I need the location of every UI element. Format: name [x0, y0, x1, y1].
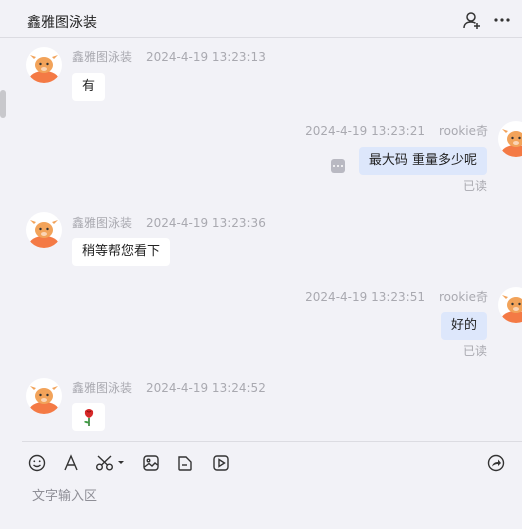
message-bubble[interactable]: 稍等帮您看下 [72, 238, 171, 266]
message-input[interactable] [30, 488, 474, 505]
sender-name: rookie奇 [438, 290, 488, 304]
screenshot-icon[interactable] [94, 452, 126, 474]
message-time: 2024-4-19 13:24:52 [146, 381, 266, 395]
avatar[interactable] [26, 212, 62, 248]
avatar[interactable] [498, 121, 522, 157]
message-time: 2024-4-19 13:23:13 [146, 50, 266, 64]
message-bubble[interactable]: 最大码 重量多少呢 [358, 147, 487, 175]
avatar[interactable] [498, 287, 522, 323]
more-icon[interactable] [492, 10, 512, 30]
message-time: 2024-4-19 13:23:51 [305, 290, 425, 304]
emoji-icon[interactable] [26, 452, 48, 474]
chat-title: 鑫雅图泳装 [27, 15, 97, 31]
message-meta: 鑫雅图泳装 2024-4-19 13:23:36 [72, 214, 266, 231]
message-meta: 鑫雅图泳装 2024-4-19 13:24:52 [72, 379, 266, 396]
scrollbar[interactable] [0, 90, 6, 118]
message-bubble[interactable]: 好的 [440, 312, 487, 340]
message-time: 2024-4-19 13:23:36 [146, 216, 266, 230]
message-time: 2024-4-19 13:23:21 [305, 124, 425, 138]
video-icon[interactable] [210, 452, 232, 474]
message-meta: 鑫雅图泳装 2024-4-19 13:23:13 [72, 48, 266, 65]
share-icon[interactable] [485, 452, 507, 474]
sender-name: 鑫雅图泳装 [72, 381, 133, 395]
sender-name: 鑫雅图泳装 [72, 50, 133, 64]
rose-icon [84, 409, 94, 426]
message-meta: 2024-4-19 13:23:51 rookie奇 [305, 288, 488, 305]
message-bubble[interactable]: 有 [72, 73, 106, 101]
avatar[interactable] [26, 47, 62, 83]
composer [22, 441, 522, 529]
font-icon[interactable] [60, 452, 82, 474]
file-icon[interactable] [174, 452, 196, 474]
image-icon[interactable] [140, 452, 162, 474]
chat-header: 鑫雅图泳装 [0, 0, 522, 38]
message-more-icon[interactable] [331, 159, 345, 173]
avatar[interactable] [26, 378, 62, 414]
read-status: 已读 [462, 179, 487, 193]
sender-name: 鑫雅图泳装 [72, 216, 133, 230]
message-meta: 2024-4-19 13:23:21 rookie奇 [305, 122, 488, 139]
message-bubble[interactable] [72, 403, 105, 431]
add-contact-icon[interactable] [462, 10, 482, 30]
sender-name: rookie奇 [438, 124, 488, 138]
read-status: 已读 [462, 344, 487, 358]
